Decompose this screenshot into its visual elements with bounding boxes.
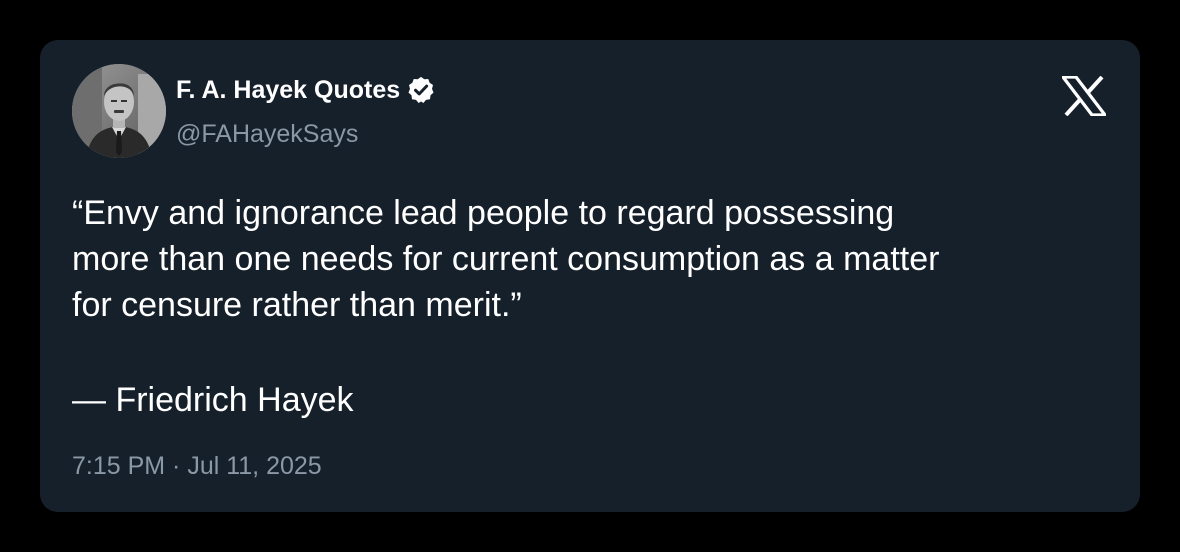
avatar-photo-icon	[72, 64, 166, 158]
author-handle[interactable]: @FAHayekSays	[176, 120, 358, 149]
verified-badge-icon	[406, 75, 436, 105]
x-logo-icon[interactable]	[1059, 75, 1109, 117]
tweet-text: “Envy and ignorance lead people to regar…	[72, 194, 940, 324]
quote-attribution: — Friedrich Hayek	[72, 381, 354, 419]
author-display-name[interactable]: F. A. Hayek Quotes	[176, 76, 400, 105]
avatar[interactable]	[72, 64, 166, 158]
tweet-card: F. A. Hayek Quotes @FAHayekSays “Envy an…	[40, 40, 1140, 512]
tweet-timestamp[interactable]: 7:15 PM · Jul 11, 2025	[72, 452, 322, 481]
author-name-row: F. A. Hayek Quotes	[176, 74, 436, 106]
